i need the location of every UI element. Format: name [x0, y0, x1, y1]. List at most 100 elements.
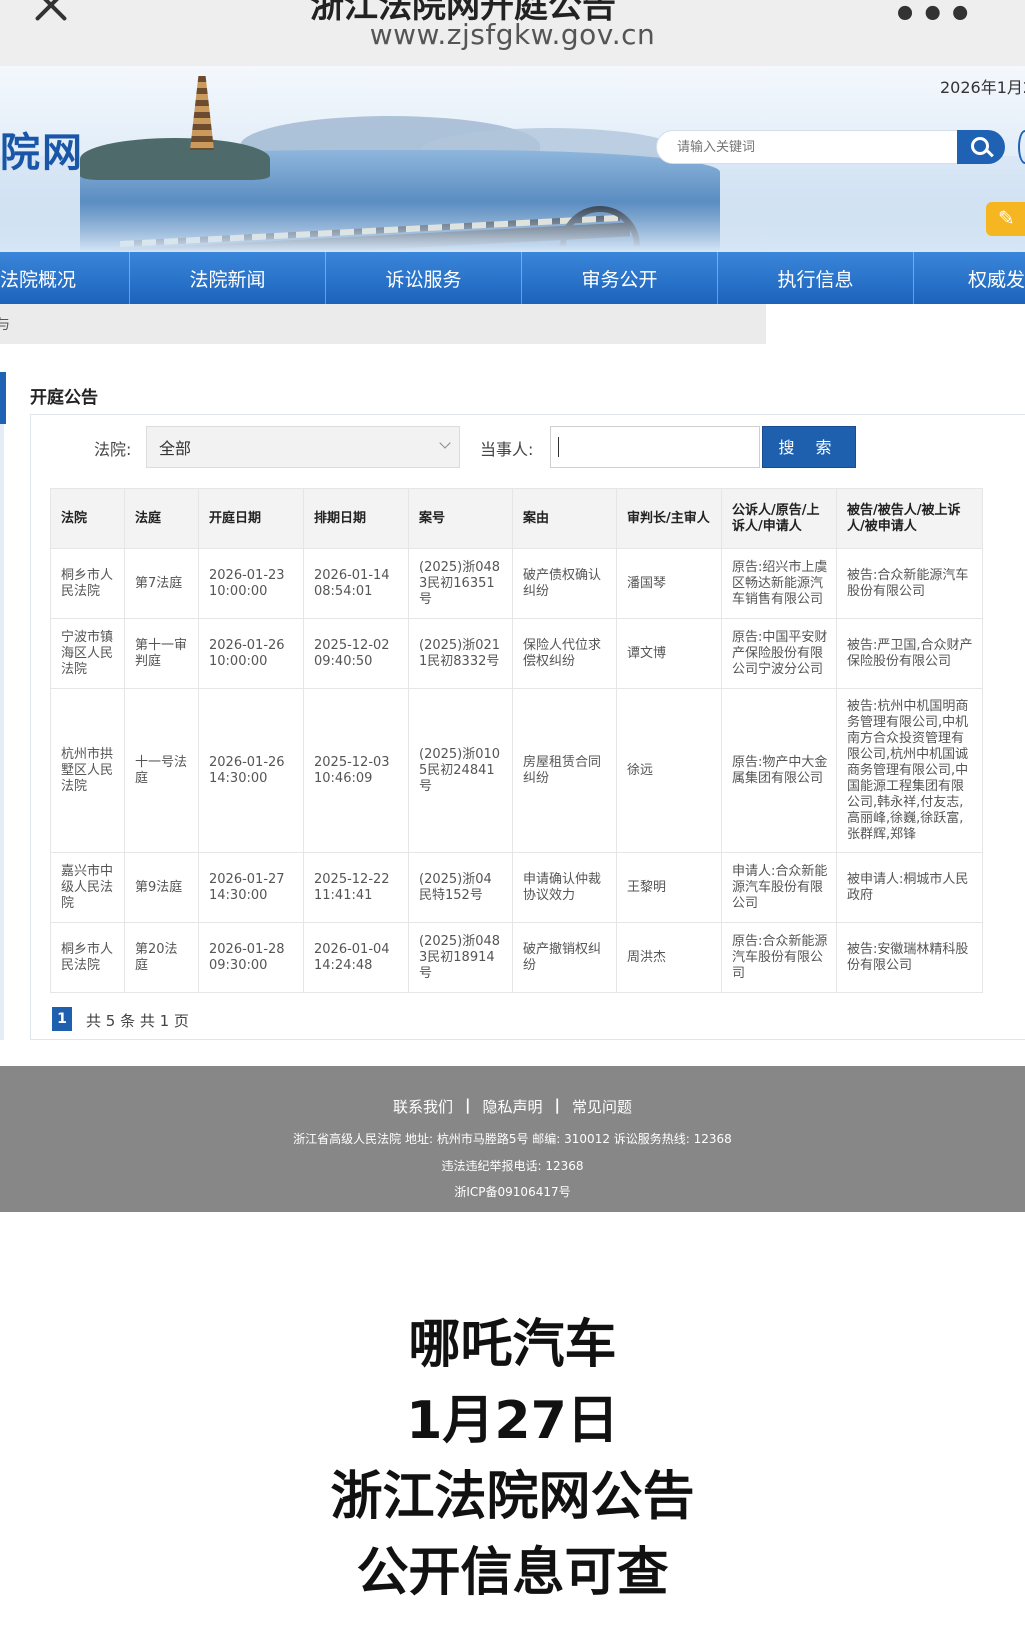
- cell-defendant: 被告:杭州中机国明商务管理有限公司,中机南方合众投资管理有限公司,杭州中机国诚商…: [836, 688, 983, 853]
- party-filter-label: 当事人:: [480, 440, 534, 459]
- cell-court: 宁波市镇海区人民法院: [50, 618, 125, 689]
- cell-court: 桐乡市人民法院: [50, 922, 125, 993]
- court-select[interactable]: 全部: [146, 426, 460, 468]
- cell-defendant: 被告:安徽瑞林精科股份有限公司: [836, 922, 983, 993]
- cell-judge: 潘国琴: [616, 548, 722, 619]
- column-header-courtroom: 法庭: [124, 488, 199, 549]
- cell-cause: 破产债权确认纠纷: [512, 548, 617, 619]
- search-icon-handle: [986, 149, 994, 158]
- cell-courtroom: 十一号法庭: [124, 688, 199, 853]
- cell-plaintiff: 原告:绍兴市上虞区畅达新能源汽车销售有限公司: [721, 548, 837, 619]
- cell-courtroom: 第20法庭: [124, 922, 199, 993]
- caption-line-3: 浙江法院网公告: [330, 1467, 695, 1527]
- cell-cause: 破产撤销权纠纷: [512, 922, 617, 993]
- footer-link-contact[interactable]: 联系我们: [393, 1096, 453, 1117]
- cell-court: 杭州市拱墅区人民法院: [50, 688, 125, 853]
- footer-link-privacy[interactable]: 隐私声明: [482, 1096, 542, 1117]
- cell-cause: 房屋租赁合同纠纷: [512, 688, 617, 853]
- court-filter-label: 法院:: [94, 440, 132, 459]
- nav-item-trial-publicity[interactable]: 审务公开: [522, 252, 718, 304]
- nav-item-litigation-service[interactable]: 诉讼服务: [326, 252, 522, 304]
- cell-hearing-date: 2026-01-23 10:00:00: [198, 548, 304, 619]
- hearing-notice-table: 法院 法庭 开庭日期 排期日期 案号 案由 审判长/主审人 公诉人/原告/上诉人…: [50, 488, 983, 993]
- column-header-cause: 案由: [512, 488, 617, 549]
- browser-top-bar: 浙江法院网开庭公告 www.zjsfgkw.gov.cn •••: [0, 0, 1025, 66]
- breadcrumb: 与: [0, 304, 766, 344]
- party-input[interactable]: [550, 426, 760, 468]
- table-row[interactable]: 桐乡市人民法院 第7法庭 2026-01-23 10:00:00 2026-01…: [50, 548, 983, 619]
- cell-plaintiff: 原告:合众新能源汽车股份有限公司: [721, 922, 837, 993]
- section-title: 开庭公告: [30, 388, 98, 408]
- column-header-defendant: 被告/被告人/被上诉人/被申请人: [836, 488, 983, 549]
- cell-schedule-date: 2026-01-14 08:54:01: [303, 548, 409, 619]
- table-row[interactable]: 嘉兴市中级人民法院 第9法庭 2026-01-27 14:30:00 2025-…: [50, 852, 983, 923]
- footer-separator: |: [554, 1096, 560, 1114]
- footer-link-faq[interactable]: 常见问题: [572, 1096, 632, 1117]
- cell-case-number: (2025)浙0483民初16351号: [408, 548, 513, 619]
- cell-plaintiff: 原告:物产中大金属集团有限公司: [721, 688, 837, 853]
- table-row[interactable]: 杭州市拱墅区人民法院 十一号法庭 2026-01-26 14:30:00 202…: [50, 688, 983, 853]
- column-header-schedule-date: 排期日期: [303, 488, 409, 549]
- column-header-plaintiff: 公诉人/原告/上诉人/申请人: [721, 488, 837, 549]
- column-header-case-number: 案号: [408, 488, 513, 549]
- nav-item-court-news[interactable]: 法院新闻: [130, 252, 326, 304]
- caption-line-4: 公开信息可查: [356, 1543, 669, 1603]
- section-accent-bar: [0, 372, 6, 424]
- column-header-hearing-date: 开庭日期: [198, 488, 304, 549]
- site-banner: 院网 2026年1月2: [0, 66, 1025, 252]
- site-logo-text[interactable]: 院网: [0, 120, 84, 178]
- cell-judge: 谭文博: [616, 618, 722, 689]
- cell-schedule-date: 2025-12-03 10:46:09: [303, 688, 409, 853]
- header-search-input[interactable]: [677, 131, 937, 163]
- left-rail: [0, 424, 4, 1040]
- breadcrumb-text: 与: [0, 317, 10, 333]
- cell-defendant: 被告:严卫国,合众财产保险股份有限公司: [836, 618, 983, 689]
- cell-courtroom: 第7法庭: [124, 548, 199, 619]
- cell-court: 桐乡市人民法院: [50, 548, 125, 619]
- cell-schedule-date: 2026-01-04 14:24:48: [303, 922, 409, 993]
- pager-current-page[interactable]: 1: [52, 1007, 72, 1031]
- cell-schedule-date: 2025-12-02 09:40:50: [303, 618, 409, 689]
- table-row[interactable]: 桐乡市人民法院 第20法庭 2026-01-28 09:30:00 2026-0…: [50, 922, 983, 993]
- chevron-down-icon: [439, 437, 451, 449]
- cell-case-number: (2025)浙0105民初24841号: [408, 688, 513, 853]
- cell-case-number: (2025)浙0211民初8332号: [408, 618, 513, 689]
- browser-url[interactable]: www.zjsfgkw.gov.cn: [0, 18, 1025, 51]
- pager-summary: 共 5 条 共 1 页: [86, 1012, 189, 1030]
- extra-search-icon[interactable]: [1018, 130, 1025, 164]
- search-button[interactable]: 搜 索: [762, 426, 856, 468]
- table-row[interactable]: 宁波市镇海区人民法院 第十一审判庭 2026-01-26 10:00:00 20…: [50, 618, 983, 689]
- nav-item-court-overview[interactable]: 法院概况: [0, 252, 130, 304]
- cell-judge: 周洪杰: [616, 922, 722, 993]
- table-header-row: 法院 法庭 开庭日期 排期日期 案号 案由 审判长/主审人 公诉人/原告/上诉人…: [50, 488, 983, 549]
- cell-courtroom: 第9法庭: [124, 852, 199, 923]
- caption-line-2: 1月27日: [406, 1391, 619, 1451]
- footer-icp[interactable]: 浙ICP备09106417号: [0, 1183, 1025, 1200]
- cell-hearing-date: 2026-01-27 14:30:00: [198, 852, 304, 923]
- cell-defendant: 被申请人:桐城市人民政府: [836, 852, 983, 923]
- cell-plaintiff: 申请人:合众新能源汽车股份有限公司: [721, 852, 837, 923]
- caption-line-1: 哪吒汽车: [408, 1315, 617, 1375]
- text-caret: [558, 437, 559, 457]
- footer-links: 联系我们 | 隐私声明 | 常见问题: [0, 1096, 1025, 1117]
- cell-cause: 保险人代位求偿权纠纷: [512, 618, 617, 689]
- footer-separator: |: [465, 1096, 471, 1114]
- header-search-box[interactable]: [656, 130, 958, 164]
- cell-cause: 申请确认仲裁协议效力: [512, 852, 617, 923]
- column-header-court: 法院: [50, 488, 125, 549]
- nav-item-authority[interactable]: 权威发: [914, 252, 1025, 304]
- court-select-value: 全部: [159, 439, 192, 458]
- header-search-button[interactable]: [957, 130, 1005, 164]
- cell-judge: 王黎明: [616, 852, 722, 923]
- cell-courtroom: 第十一审判庭: [124, 618, 199, 689]
- edit-icon[interactable]: [986, 202, 1025, 236]
- banner-trees: [80, 138, 270, 180]
- cell-hearing-date: 2026-01-26 14:30:00: [198, 688, 304, 853]
- footer-address: 浙江省高级人民法院 地址: 杭州市马塍路5号 邮编: 310012 诉讼服务热线…: [293, 1132, 732, 1146]
- cell-schedule-date: 2025-12-22 11:41:41: [303, 852, 409, 923]
- cell-judge: 徐远: [616, 688, 722, 853]
- nav-item-enforcement-info[interactable]: 执行信息: [718, 252, 914, 304]
- column-header-judge: 审判长/主审人: [616, 488, 722, 549]
- site-footer: 联系我们 | 隐私声明 | 常见问题 浙江省高级人民法院 地址: 杭州市马塍路5…: [0, 1066, 1025, 1212]
- more-menu-icon[interactable]: •••: [892, 0, 975, 38]
